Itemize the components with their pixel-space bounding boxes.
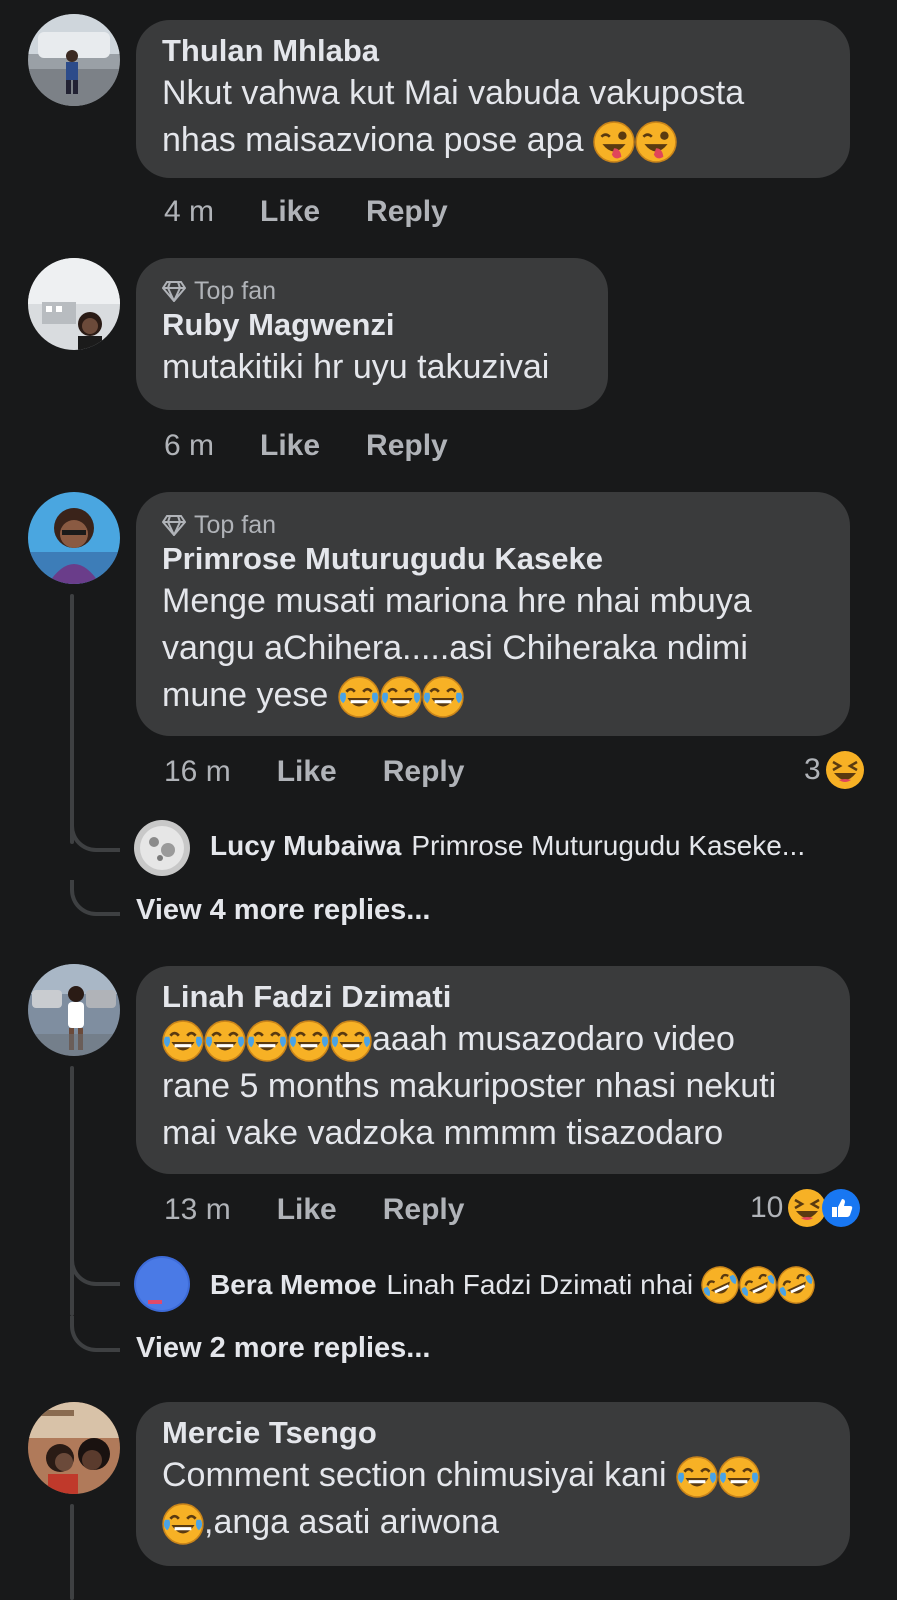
comment-text: Menge musati mariona hre nhai mbuya — [162, 582, 752, 620]
comment-author[interactable]: Linah Fadzi Dzimati — [162, 978, 824, 1016]
comment-text: aaah musazodaro video — [162, 1016, 824, 1063]
thread-branch — [70, 880, 120, 916]
like-button[interactable]: Like — [260, 195, 320, 229]
reply-preview[interactable]: Lucy Mubaiwa Primrose Muturugudu Kaseke.… — [210, 830, 805, 862]
rolling-laugh-emoji — [777, 1266, 816, 1304]
reaction-summary[interactable]: 10 — [750, 1188, 861, 1228]
reply-button[interactable]: Reply — [383, 1193, 465, 1227]
comment-text: mai vake vadzoka mmmm tisazodaro — [162, 1114, 724, 1152]
comment-author[interactable]: Primrose Muturugudu Kaseke — [162, 540, 824, 578]
comment-text: vangu aChihera.....asi Chiheraka ndimi — [162, 629, 748, 667]
diamond-icon — [162, 515, 186, 536]
comment-time[interactable]: 16 m — [164, 755, 231, 789]
view-more-replies-link[interactable]: View 2 more replies... — [136, 1332, 430, 1365]
comment-text: nhas maisazviona pose apa — [162, 117, 824, 164]
thread-line — [70, 1066, 74, 1316]
reaction-count: 3 — [804, 753, 821, 786]
tears-of-joy-emoji — [162, 1503, 204, 1546]
haha-reaction-icon — [824, 750, 865, 790]
avatar-bera[interactable] — [134, 1256, 190, 1312]
avatar-lucy[interactable] — [134, 820, 190, 876]
comment-text: ,anga asati ariwona — [162, 1499, 824, 1546]
avatar-linah[interactable] — [28, 964, 120, 1056]
comment-bubble: Thulan Mhlaba Nkut vahwa kut Mai vabuda … — [136, 20, 850, 178]
tears-of-joy-emoji — [675, 1456, 718, 1499]
comment-actions: 6 m Like Reply — [164, 426, 494, 466]
comment-text: Nkut vahwa kut Mai vabuda vakuposta — [162, 74, 745, 112]
comment-actions: 13 m Like Reply — [164, 1190, 510, 1230]
reply-author[interactable]: Bera Memoe — [210, 1269, 377, 1301]
view-more-replies-link[interactable]: View 4 more replies... — [136, 894, 430, 927]
comment-bubble: Top fan Ruby Magwenzi mutakitiki hr uyu … — [136, 258, 608, 410]
avatar-primrose[interactable] — [28, 492, 120, 584]
tears-of-joy-emoji — [337, 676, 380, 719]
comment-bubble: Top fan Primrose Muturugudu Kaseke Menge… — [136, 492, 850, 736]
reply-text: Linah Fadzi Dzimati nhai — [386, 1269, 694, 1300]
comment-time[interactable]: 4 m — [164, 195, 214, 229]
avatar-ruby[interactable] — [28, 258, 120, 350]
avatar-mercie[interactable] — [28, 1402, 120, 1494]
tears-of-joy-emoji — [421, 676, 464, 719]
thread-line — [70, 594, 74, 844]
comment-bubble: Mercie Tsengo Comment section chimusiyai… — [136, 1402, 850, 1566]
reply-button[interactable]: Reply — [383, 755, 465, 789]
winking-tongue-emoji — [592, 121, 635, 164]
thread-branch — [70, 1316, 120, 1352]
reply-preview[interactable]: Bera Memoe Linah Fadzi Dzimati nhai — [210, 1266, 816, 1304]
comment-author[interactable]: Mercie Tsengo — [162, 1414, 824, 1452]
thread-branch — [70, 816, 120, 852]
rolling-laugh-emoji — [739, 1266, 778, 1304]
tears-of-joy-emoji — [288, 1020, 330, 1063]
tears-of-joy-emoji — [162, 1020, 204, 1063]
comment-text: Comment section chimusiyai kani — [162, 1452, 824, 1499]
comment-author[interactable]: Ruby Magwenzi — [162, 306, 582, 344]
comment-bubble: Linah Fadzi Dzimati aaah musazodaro vide… — [136, 966, 850, 1174]
like-button[interactable]: Like — [277, 1193, 337, 1227]
reply-button[interactable]: Reply — [366, 195, 448, 229]
comment-author[interactable]: Thulan Mhlaba — [162, 32, 824, 70]
top-fan-badge: Top fan — [162, 510, 824, 540]
comment-actions: 16 m Like Reply — [164, 752, 510, 792]
reply-author[interactable]: Lucy Mubaiwa — [210, 830, 401, 862]
avatar-thulan[interactable] — [28, 14, 120, 106]
tears-of-joy-emoji — [379, 676, 422, 719]
comment-actions: 4 m Like Reply — [164, 192, 494, 232]
like-button[interactable]: Like — [277, 755, 337, 789]
winking-tongue-emoji — [634, 121, 677, 164]
comment-text: mune yese — [162, 672, 824, 719]
diamond-icon — [162, 281, 186, 302]
thread-line — [70, 1504, 74, 1600]
top-fan-badge: Top fan — [162, 276, 582, 306]
reply-button[interactable]: Reply — [366, 429, 448, 463]
comment-text: mutakitiki hr uyu takuzivai — [162, 348, 550, 386]
like-button[interactable]: Like — [260, 429, 320, 463]
tears-of-joy-emoji — [246, 1020, 288, 1063]
reaction-count: 10 — [750, 1191, 784, 1224]
rolling-laugh-emoji — [701, 1266, 740, 1304]
tears-of-joy-emoji — [717, 1456, 760, 1499]
thread-branch — [70, 1250, 120, 1286]
like-reaction-icon — [821, 1188, 861, 1228]
comment-time[interactable]: 6 m — [164, 429, 214, 463]
tears-of-joy-emoji — [204, 1020, 246, 1063]
comment-text: rane 5 months makuriposter nhasi nekuti — [162, 1067, 777, 1105]
comment-time[interactable]: 13 m — [164, 1193, 231, 1227]
reply-text: Primrose Muturugudu Kaseke... — [411, 830, 806, 861]
reaction-summary[interactable]: 3 — [804, 750, 865, 790]
tears-of-joy-emoji — [330, 1020, 372, 1063]
